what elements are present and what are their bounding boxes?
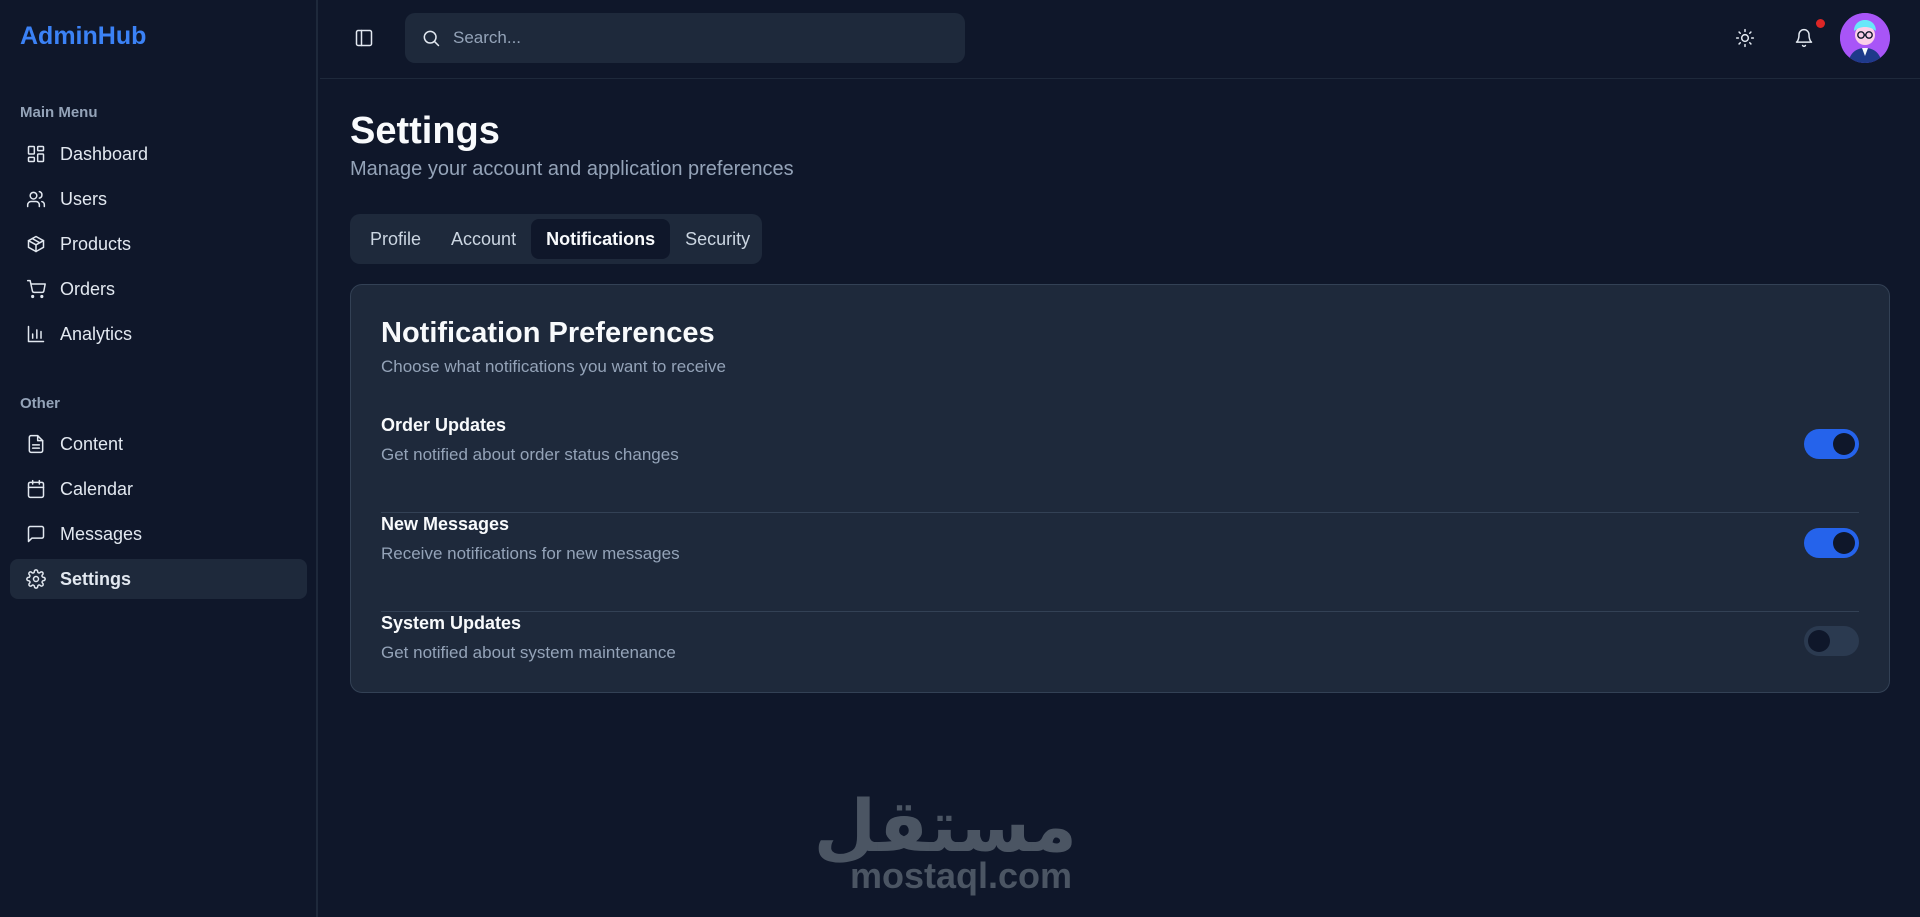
sidebar-item-calendar[interactable]: Calendar — [10, 469, 307, 509]
sidebar-item-orders[interactable]: Orders — [10, 269, 307, 309]
sidebar-item-products[interactable]: Products — [10, 224, 307, 264]
sidebar-item-label: Orders — [60, 278, 116, 299]
toggle-knob — [1808, 630, 1830, 652]
main-menu-title: Main Menu — [20, 104, 98, 121]
order-updates-toggle[interactable] — [1804, 429, 1859, 459]
notification-preferences-card: Notification Preferences Choose what not… — [350, 284, 1890, 693]
watermark-arabic: مستقل — [813, 784, 1077, 868]
pref-title: New Messages — [381, 514, 510, 534]
notifications-button[interactable] — [1791, 19, 1825, 51]
bell-icon — [1794, 28, 1814, 48]
tab-profile[interactable]: Profile — [355, 219, 436, 259]
sidebar-item-messages[interactable]: Messages — [10, 514, 307, 554]
toggle-knob — [1833, 532, 1855, 554]
user-avatar[interactable] — [1840, 13, 1890, 63]
sidebar-item-content[interactable]: Content — [10, 424, 307, 464]
search-icon — [421, 28, 441, 48]
sidebar-toggle-icon — [354, 28, 374, 48]
toggle-knob — [1833, 433, 1855, 455]
sidebar: AdminHub Main Menu Dashboard Users Produ… — [0, 0, 318, 917]
sidebar-item-users[interactable]: Users — [10, 179, 307, 219]
sidebar-item-label: Products — [60, 233, 132, 254]
gear-icon — [26, 569, 46, 589]
search-bar[interactable] — [405, 13, 965, 63]
dashboard-icon — [26, 144, 46, 164]
pref-new-messages: New Messages Receive notifications for n… — [381, 514, 1859, 612]
pref-title: System Updates — [381, 613, 522, 633]
settings-tabs: Profile Account Notifications Security — [350, 214, 762, 264]
package-icon — [26, 234, 46, 254]
pref-description: Get notified about system maintenance — [381, 643, 676, 662]
sidebar-item-label: Content — [60, 433, 124, 454]
watermark-latin: mostaql.com — [849, 855, 1073, 896]
watermark: مستقل mostaql.com — [813, 784, 1077, 896]
tab-security[interactable]: Security — [670, 219, 765, 259]
pref-system-updates: System Updates Get notified about system… — [381, 613, 1859, 673]
tab-account[interactable]: Account — [436, 219, 531, 259]
sidebar-item-label: Messages — [60, 523, 143, 544]
pref-description: Receive notifications for new messages — [381, 544, 680, 563]
cart-icon — [26, 279, 46, 299]
avatar-illustration — [1840, 13, 1890, 63]
page-title: Settings — [350, 110, 500, 152]
sidebar-item-label: Users — [60, 188, 108, 209]
pref-title: Order Updates — [381, 415, 507, 435]
brand-logo[interactable]: AdminHub — [20, 22, 146, 51]
card-title: Notification Preferences — [381, 317, 715, 349]
sidebar-item-dashboard[interactable]: Dashboard — [10, 134, 307, 174]
message-icon — [26, 524, 46, 544]
bar-chart-icon — [26, 324, 46, 344]
new-messages-toggle[interactable] — [1804, 528, 1859, 558]
sun-icon — [1735, 28, 1755, 48]
top-header — [320, 0, 1920, 79]
users-icon — [26, 189, 46, 209]
pref-description: Get notified about order status changes — [381, 445, 679, 464]
card-description: Choose what notifications you want to re… — [381, 357, 726, 376]
tab-notifications[interactable]: Notifications — [531, 219, 671, 259]
sidebar-item-label: Dashboard — [60, 143, 149, 164]
notification-dot — [1816, 19, 1825, 28]
sidebar-item-label: Analytics — [60, 323, 133, 344]
sidebar-item-label: Calendar — [60, 478, 134, 499]
system-updates-toggle[interactable] — [1804, 626, 1859, 656]
sidebar-item-label: Settings — [60, 568, 132, 589]
file-icon — [26, 434, 46, 454]
sidebar-item-analytics[interactable]: Analytics — [10, 314, 307, 354]
other-menu-title: Other — [20, 395, 61, 412]
theme-toggle-button[interactable] — [1732, 25, 1758, 51]
page-subtitle: Manage your account and application pref… — [350, 158, 794, 180]
calendar-icon — [26, 479, 46, 499]
sidebar-item-settings[interactable]: Settings — [10, 559, 307, 599]
pref-order-updates: Order Updates Get notified about order s… — [381, 415, 1859, 513]
sidebar-toggle-button[interactable] — [350, 24, 378, 52]
search-input[interactable] — [453, 28, 933, 48]
